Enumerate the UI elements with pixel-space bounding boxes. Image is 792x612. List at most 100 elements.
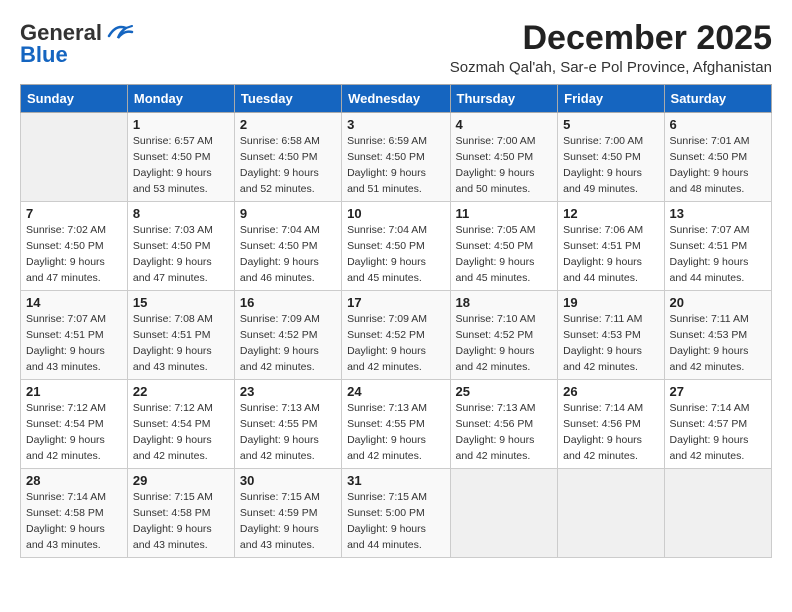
calendar-cell: 23Sunrise: 7:13 AMSunset: 4:55 PMDayligh… [234, 380, 341, 469]
calendar-cell: 1 Sunrise: 6:57 AMSunset: 4:50 PMDaylight… [127, 113, 234, 202]
day-info: Sunrise: 6:58 AMSunset: 4:50 PMDaylight:… [240, 134, 336, 197]
calendar-body: 1 Sunrise: 6:57 AMSunset: 4:50 PMDaylight… [21, 113, 772, 558]
day-info: Sunrise: 7:04 AMSunset: 4:50 PMDaylight:… [240, 223, 336, 286]
day-number: 22 [133, 384, 229, 399]
calendar-week-row: 14 Sunrise: 7:07 AMSunset: 4:51 PMDayligh… [21, 291, 772, 380]
day-number: 11 [456, 206, 553, 221]
day-number: 3 [347, 117, 444, 132]
day-number: 27 [670, 384, 766, 399]
calendar-cell: 8 Sunrise: 7:03 AMSunset: 4:50 PMDaylight… [127, 202, 234, 291]
day-header-saturday: Saturday [664, 85, 771, 113]
calendar-week-row: 21Sunrise: 7:12 AMSunset: 4:54 PMDayligh… [21, 380, 772, 469]
day-number: 18 [456, 295, 553, 310]
calendar-cell: 21Sunrise: 7:12 AMSunset: 4:54 PMDayligh… [21, 380, 128, 469]
day-number: 30 [240, 473, 336, 488]
calendar-week-row: 1 Sunrise: 6:57 AMSunset: 4:50 PMDaylight… [21, 113, 772, 202]
day-number: 29 [133, 473, 229, 488]
day-info: Sunrise: 7:15 AMSunset: 5:00 PMDaylight:… [347, 490, 444, 553]
calendar-cell: 18 Sunrise: 7:10 AMSunset: 4:52 PMDayligh… [450, 291, 558, 380]
day-info: Sunrise: 7:07 AMSunset: 4:51 PMDaylight:… [670, 223, 766, 286]
day-info: Sunrise: 7:11 AMSunset: 4:53 PMDaylight:… [563, 312, 658, 375]
day-number: 10 [347, 206, 444, 221]
day-info: Sunrise: 7:05 AMSunset: 4:50 PMDaylight:… [456, 223, 553, 286]
day-number: 23 [240, 384, 336, 399]
calendar-cell: 31 Sunrise: 7:15 AMSunset: 5:00 PMDayligh… [342, 469, 450, 558]
day-info: Sunrise: 7:12 AMSunset: 4:54 PMDaylight:… [133, 401, 229, 464]
calendar-week-row: 28 Sunrise: 7:14 AMSunset: 4:58 PMDayligh… [21, 469, 772, 558]
day-info: Sunrise: 7:00 AMSunset: 4:50 PMDaylight:… [563, 134, 658, 197]
day-info: Sunrise: 7:14 AMSunset: 4:57 PMDaylight:… [670, 401, 766, 464]
logo-blue-text: Blue [20, 42, 68, 68]
day-number: 26 [563, 384, 658, 399]
day-number: 4 [456, 117, 553, 132]
day-number: 28 [26, 473, 122, 488]
day-info: Sunrise: 7:03 AMSunset: 4:50 PMDaylight:… [133, 223, 229, 286]
calendar-cell: 19 Sunrise: 7:11 AMSunset: 4:53 PMDayligh… [558, 291, 664, 380]
calendar-cell: 30 Sunrise: 7:15 AMSunset: 4:59 PMDayligh… [234, 469, 341, 558]
day-info: Sunrise: 7:10 AMSunset: 4:52 PMDaylight:… [456, 312, 553, 375]
day-number: 24 [347, 384, 444, 399]
day-info: Sunrise: 7:08 AMSunset: 4:51 PMDaylight:… [133, 312, 229, 375]
day-info: Sunrise: 7:15 AMSunset: 4:58 PMDaylight:… [133, 490, 229, 553]
calendar-cell: 29 Sunrise: 7:15 AMSunset: 4:58 PMDayligh… [127, 469, 234, 558]
day-info: Sunrise: 7:06 AMSunset: 4:51 PMDaylight:… [563, 223, 658, 286]
day-info: Sunrise: 7:01 AMSunset: 4:50 PMDaylight:… [670, 134, 766, 197]
calendar-cell: 7Sunrise: 7:02 AMSunset: 4:50 PMDaylight… [21, 202, 128, 291]
calendar-cell: 4Sunrise: 7:00 AMSunset: 4:50 PMDaylight… [450, 113, 558, 202]
calendar-cell: 14 Sunrise: 7:07 AMSunset: 4:51 PMDayligh… [21, 291, 128, 380]
calendar-cell: 2 Sunrise: 6:58 AMSunset: 4:50 PMDaylight… [234, 113, 341, 202]
day-header-sunday: Sunday [21, 85, 128, 113]
day-header-tuesday: Tuesday [234, 85, 341, 113]
day-info: Sunrise: 6:57 AMSunset: 4:50 PMDaylight:… [133, 134, 229, 197]
calendar-cell: 11 Sunrise: 7:05 AMSunset: 4:50 PMDayligh… [450, 202, 558, 291]
calendar-cell: 3 Sunrise: 6:59 AMSunset: 4:50 PMDaylight… [342, 113, 450, 202]
location-subtitle: Sozmah Qal'ah, Sar-e Pol Province, Afgha… [450, 59, 772, 76]
day-info: Sunrise: 7:02 AMSunset: 4:50 PMDaylight:… [26, 223, 122, 286]
day-info: Sunrise: 7:09 AMSunset: 4:52 PMDaylight:… [347, 312, 444, 375]
day-number: 2 [240, 117, 336, 132]
day-number: 20 [670, 295, 766, 310]
day-info: Sunrise: 7:14 AMSunset: 4:58 PMDaylight:… [26, 490, 122, 553]
day-info: Sunrise: 6:59 AMSunset: 4:50 PMDaylight:… [347, 134, 444, 197]
day-header-thursday: Thursday [450, 85, 558, 113]
logo-bird-icon [104, 22, 134, 44]
day-number: 25 [456, 384, 553, 399]
calendar-cell: 13 Sunrise: 7:07 AMSunset: 4:51 PMDayligh… [664, 202, 771, 291]
calendar-cell: 12 Sunrise: 7:06 AMSunset: 4:51 PMDayligh… [558, 202, 664, 291]
calendar-cell [450, 469, 558, 558]
calendar-cell [664, 469, 771, 558]
day-number: 17 [347, 295, 444, 310]
day-number: 19 [563, 295, 658, 310]
day-number: 9 [240, 206, 336, 221]
day-info: Sunrise: 7:15 AMSunset: 4:59 PMDaylight:… [240, 490, 336, 553]
day-info: Sunrise: 7:07 AMSunset: 4:51 PMDaylight:… [26, 312, 122, 375]
day-number: 8 [133, 206, 229, 221]
day-info: Sunrise: 7:14 AMSunset: 4:56 PMDaylight:… [563, 401, 658, 464]
page-header: General Blue December 2025 Sozmah Qal'ah… [20, 20, 772, 76]
calendar-cell: 22 Sunrise: 7:12 AMSunset: 4:54 PMDayligh… [127, 380, 234, 469]
day-number: 12 [563, 206, 658, 221]
calendar-cell [558, 469, 664, 558]
calendar-cell: 5 Sunrise: 7:00 AMSunset: 4:50 PMDaylight… [558, 113, 664, 202]
day-info: Sunrise: 7:13 AMSunset: 4:55 PMDaylight:… [347, 401, 444, 464]
day-number: 15 [133, 295, 229, 310]
day-info: Sunrise: 7:11 AMSunset: 4:53 PMDaylight:… [670, 312, 766, 375]
calendar-week-row: 7Sunrise: 7:02 AMSunset: 4:50 PMDaylight… [21, 202, 772, 291]
day-number: 14 [26, 295, 122, 310]
day-number: 5 [563, 117, 658, 132]
calendar-cell: 16Sunrise: 7:09 AMSunset: 4:52 PMDayligh… [234, 291, 341, 380]
day-number: 31 [347, 473, 444, 488]
calendar-header-row: SundayMondayTuesdayWednesdayThursdayFrid… [21, 85, 772, 113]
day-header-wednesday: Wednesday [342, 85, 450, 113]
calendar-cell: 20 Sunrise: 7:11 AMSunset: 4:53 PMDayligh… [664, 291, 771, 380]
calendar-cell: 28 Sunrise: 7:14 AMSunset: 4:58 PMDayligh… [21, 469, 128, 558]
calendar-cell: 25 Sunrise: 7:13 AMSunset: 4:56 PMDayligh… [450, 380, 558, 469]
calendar-cell: 17 Sunrise: 7:09 AMSunset: 4:52 PMDayligh… [342, 291, 450, 380]
calendar-cell: 24 Sunrise: 7:13 AMSunset: 4:55 PMDayligh… [342, 380, 450, 469]
calendar-cell: 15 Sunrise: 7:08 AMSunset: 4:51 PMDayligh… [127, 291, 234, 380]
day-info: Sunrise: 7:13 AMSunset: 4:56 PMDaylight:… [456, 401, 553, 464]
calendar-cell: 9 Sunrise: 7:04 AMSunset: 4:50 PMDaylight… [234, 202, 341, 291]
day-number: 13 [670, 206, 766, 221]
day-number: 1 [133, 117, 229, 132]
day-number: 6 [670, 117, 766, 132]
